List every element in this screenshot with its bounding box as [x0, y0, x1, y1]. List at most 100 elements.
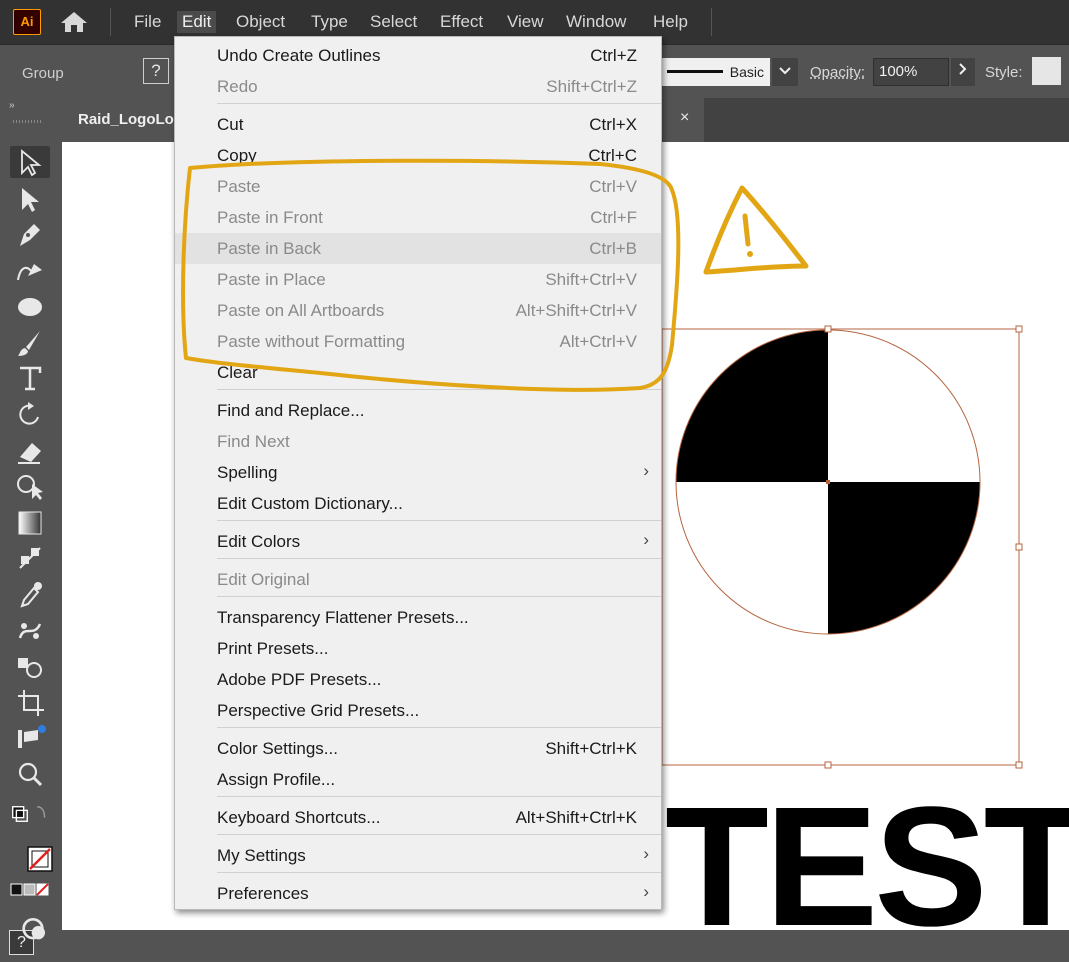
menu-item-label: Print Presets... [217, 639, 329, 658]
artboard-tool-icon[interactable] [10, 686, 50, 718]
rotate-tool-icon[interactable] [10, 398, 50, 430]
home-icon[interactable] [58, 10, 90, 34]
puppet-warp-tool-icon[interactable] [10, 614, 50, 646]
menu-item-label: Paste in Front [217, 208, 323, 227]
menu-item-spelling[interactable]: Spelling › [175, 457, 661, 488]
menu-item-shortcut: Shift+Ctrl+Z [546, 77, 637, 96]
menu-item-find-next: Find Next [175, 426, 661, 457]
menu-item-edit-colors[interactable]: Edit Colors › [175, 526, 661, 557]
graphic-style-swatch[interactable] [1032, 57, 1061, 85]
opacity-input[interactable]: 100% [873, 58, 949, 86]
menu-item-shortcut: Ctrl+V [589, 177, 637, 196]
eyedropper-tool-icon[interactable] [10, 578, 50, 610]
menu-separator [217, 727, 661, 728]
menu-item-label: Perspective Grid Presets... [217, 701, 420, 720]
menu-item-shortcut: Shift+Ctrl+K [545, 739, 637, 758]
menu-item-keyboard-shortcuts[interactable]: Keyboard Shortcuts... Alt+Shift+Ctrl+K [175, 802, 661, 833]
menu-separator [217, 389, 661, 390]
menu-item-paste-in-front: Paste in Front Ctrl+F [175, 202, 661, 233]
symbol-sprayer-tool-icon[interactable] [10, 650, 50, 682]
draw-mode-icon[interactable] [13, 910, 45, 940]
menu-item-find-and-replace[interactable]: Find and Replace... [175, 395, 661, 426]
menu-item-paste-in-back: Paste in Back Ctrl+B [175, 233, 661, 264]
opacity-label[interactable]: Opacity: [810, 64, 865, 81]
menu-item-label: Spelling [217, 463, 278, 482]
menu-item-adobe-pdf-presets[interactable]: Adobe PDF Presets... [175, 664, 661, 695]
menu-effect[interactable]: Effect [440, 11, 483, 33]
zoom-tool-icon[interactable] [10, 758, 50, 790]
color-mode-icons[interactable] [9, 878, 49, 910]
menu-item-shortcut: Alt+Shift+Ctrl+V [515, 301, 637, 320]
menu-item-color-settings[interactable]: Color Settings... Shift+Ctrl+K [175, 733, 661, 764]
menu-item-shortcut: Shift+Ctrl+V [545, 270, 637, 289]
app-logo: Ai [13, 9, 41, 35]
menu-item-label: Adobe PDF Presets... [217, 670, 382, 689]
menu-item-shortcut: Alt+Ctrl+V [559, 332, 637, 351]
menu-item-label: Paste in Place [217, 270, 326, 289]
edit-menu-dropdown: Undo Create Outlines Ctrl+Z Redo Shift+C… [174, 36, 662, 910]
help-icon[interactable]: ? [143, 58, 169, 84]
menu-item-my-settings[interactable]: My Settings › [175, 840, 661, 871]
menu-view[interactable]: View [507, 11, 544, 33]
ellipse-tool-icon[interactable] [10, 291, 50, 323]
pen-tool-icon[interactable] [10, 218, 50, 250]
curvature-tool-icon[interactable] [10, 254, 50, 286]
eraser-tool-icon[interactable] [10, 435, 50, 467]
direct-selection-tool-icon[interactable] [10, 183, 50, 215]
menu-separator [217, 103, 661, 104]
shape-builder-tool-icon[interactable] [10, 470, 50, 502]
menu-item-label: Find and Replace... [217, 401, 365, 420]
menu-item-edit-original: Edit Original [175, 564, 661, 595]
stroke-preview [667, 70, 723, 73]
menu-item-undo[interactable]: Undo Create Outlines Ctrl+Z [175, 40, 661, 71]
close-icon[interactable]: × [680, 109, 689, 127]
menu-item-label: Paste [217, 177, 261, 196]
menu-object[interactable]: Object [236, 11, 285, 33]
menu-item-print-presets[interactable]: Print Presets... [175, 633, 661, 664]
mesh-tool-icon[interactable] [10, 722, 50, 754]
collapse-panel-icon[interactable]: » [9, 100, 14, 111]
menu-item-label: Keyboard Shortcuts... [217, 808, 381, 827]
swap-fill-stroke-icon[interactable] [10, 798, 54, 830]
menu-item-cut[interactable]: Cut Ctrl+X [175, 109, 661, 140]
menu-item-paste-without-formatting: Paste without Formatting Alt+Ctrl+V [175, 326, 661, 357]
chevron-right-icon[interactable] [951, 58, 975, 86]
menu-item-label: Paste in Back [217, 239, 321, 258]
menu-item-label: Edit Colors [217, 532, 301, 551]
blend-tool-icon[interactable] [10, 542, 50, 574]
menu-item-clear[interactable]: Clear [175, 357, 661, 388]
menu-edit[interactable]: Edit [177, 11, 217, 33]
panel-grip[interactable] [13, 120, 43, 123]
menu-item-label: Clear [217, 363, 258, 382]
menu-item-shortcut: Ctrl+F [590, 208, 637, 227]
menu-item-label: My Settings [217, 846, 306, 865]
paintbrush-tool-icon[interactable] [10, 327, 50, 359]
menu-item-preferences[interactable]: Preferences › [175, 878, 661, 909]
chevron-down-icon[interactable] [772, 58, 798, 86]
stroke-none-icon[interactable] [18, 843, 54, 875]
menu-item-label: Edit Custom Dictionary... [217, 494, 403, 513]
menu-separator [217, 596, 661, 597]
menu-item-perspective-grid-presets[interactable]: Perspective Grid Presets... [175, 695, 661, 726]
menu-item-copy[interactable]: Copy Ctrl+C [175, 140, 661, 171]
variable-width-profile[interactable]: Basic [662, 58, 770, 86]
menu-item-transparency-flattener-presets[interactable]: Transparency Flattener Presets... [175, 602, 661, 633]
submenu-arrow-icon: › [643, 882, 649, 901]
type-tool-icon[interactable] [10, 362, 50, 394]
menu-item-assign-profile[interactable]: Assign Profile... [175, 764, 661, 795]
menu-item-shortcut: Alt+Shift+Ctrl+K [515, 808, 637, 827]
menu-item-label: Preferences [217, 884, 309, 903]
menu-select[interactable]: Select [370, 11, 417, 33]
menu-file[interactable]: File [134, 11, 161, 33]
menu-item-label: Color Settings... [217, 739, 338, 758]
selection-tool-icon[interactable] [10, 146, 50, 178]
menu-separator [217, 520, 661, 521]
menu-item-paste-on-all-artboards: Paste on All Artboards Alt+Shift+Ctrl+V [175, 295, 661, 326]
menu-window[interactable]: Window [566, 11, 626, 33]
menu-type[interactable]: Type [311, 11, 348, 33]
menu-help[interactable]: Help [653, 11, 688, 33]
menu-item-edit-custom-dictionary[interactable]: Edit Custom Dictionary... [175, 488, 661, 519]
menu-separator [217, 872, 661, 873]
menu-item-label: Edit Original [217, 570, 310, 589]
gradient-tool-icon[interactable] [10, 507, 50, 539]
